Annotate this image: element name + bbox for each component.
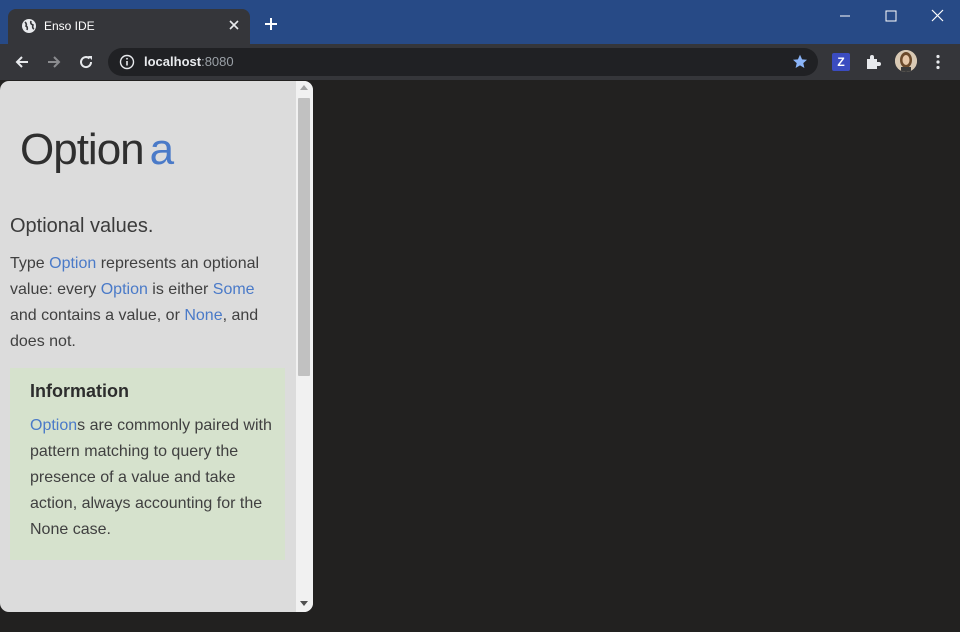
doc-description: Type Option represents an optional value… — [10, 251, 285, 355]
doc-title-name: Option — [20, 125, 145, 174]
graph-editor-canvas[interactable] — [313, 80, 960, 632]
information-text: s are commonly paired with pattern match… — [30, 417, 272, 538]
vertical-scrollbar[interactable] — [296, 81, 313, 612]
extensions-puzzle-icon[interactable] — [864, 53, 882, 71]
url-port: :8080 — [201, 54, 234, 69]
documentation-panel: Option a Optional values. Type Option rep… — [0, 81, 313, 612]
scroll-up-arrow-icon[interactable] — [300, 85, 308, 90]
minimize-icon[interactable] — [822, 0, 868, 32]
doc-title: Option a — [20, 125, 175, 175]
none-link[interactable]: None — [184, 307, 222, 324]
reload-icon[interactable] — [77, 53, 95, 71]
information-body: Options are commonly paired with pattern… — [30, 413, 280, 543]
new-tab-plus-icon[interactable] — [262, 15, 280, 33]
url-text: localhost:8080 — [144, 54, 234, 69]
window-close-icon[interactable] — [914, 0, 960, 32]
avatar-image — [895, 50, 917, 72]
information-box: Information Options are commonly paired … — [10, 368, 285, 560]
some-link[interactable]: Some — [213, 281, 255, 298]
option-link[interactable]: Option — [101, 281, 148, 298]
browser-titlebar: Enso IDE — [0, 0, 960, 44]
browser-tab[interactable]: Enso IDE — [8, 9, 250, 44]
desc-text: is either — [147, 281, 213, 298]
desc-text: Type — [10, 255, 50, 272]
extension-z-icon[interactable]: Z — [832, 53, 850, 71]
url-host: localhost — [144, 54, 202, 69]
profile-avatar[interactable] — [895, 50, 917, 72]
more-vert-icon[interactable] — [930, 53, 946, 71]
close-tab-icon[interactable] — [226, 17, 242, 33]
option-link[interactable]: Option — [49, 255, 96, 272]
forward-icon[interactable] — [45, 53, 63, 71]
documentation-content[interactable]: Option a Optional values. Type Option rep… — [0, 81, 296, 612]
browser-toolbar: localhost:8080 Z — [0, 44, 960, 80]
information-title: Information — [30, 381, 129, 401]
scroll-thumb[interactable] — [298, 98, 310, 376]
info-icon[interactable] — [119, 54, 135, 70]
address-bar[interactable]: localhost:8080 — [108, 48, 818, 76]
option-link[interactable]: Option — [30, 417, 77, 434]
scroll-down-arrow-icon[interactable] — [300, 601, 308, 606]
maximize-icon[interactable] — [868, 0, 914, 32]
globe-icon — [22, 19, 36, 33]
desc-text: and contains a value, or — [10, 307, 185, 324]
back-icon[interactable] — [13, 53, 31, 71]
tab-title: Enso IDE — [44, 19, 95, 33]
doc-title-param: a — [149, 125, 175, 174]
doc-summary: Optional values. — [10, 215, 154, 237]
bookmark-star-icon[interactable] — [791, 53, 809, 71]
